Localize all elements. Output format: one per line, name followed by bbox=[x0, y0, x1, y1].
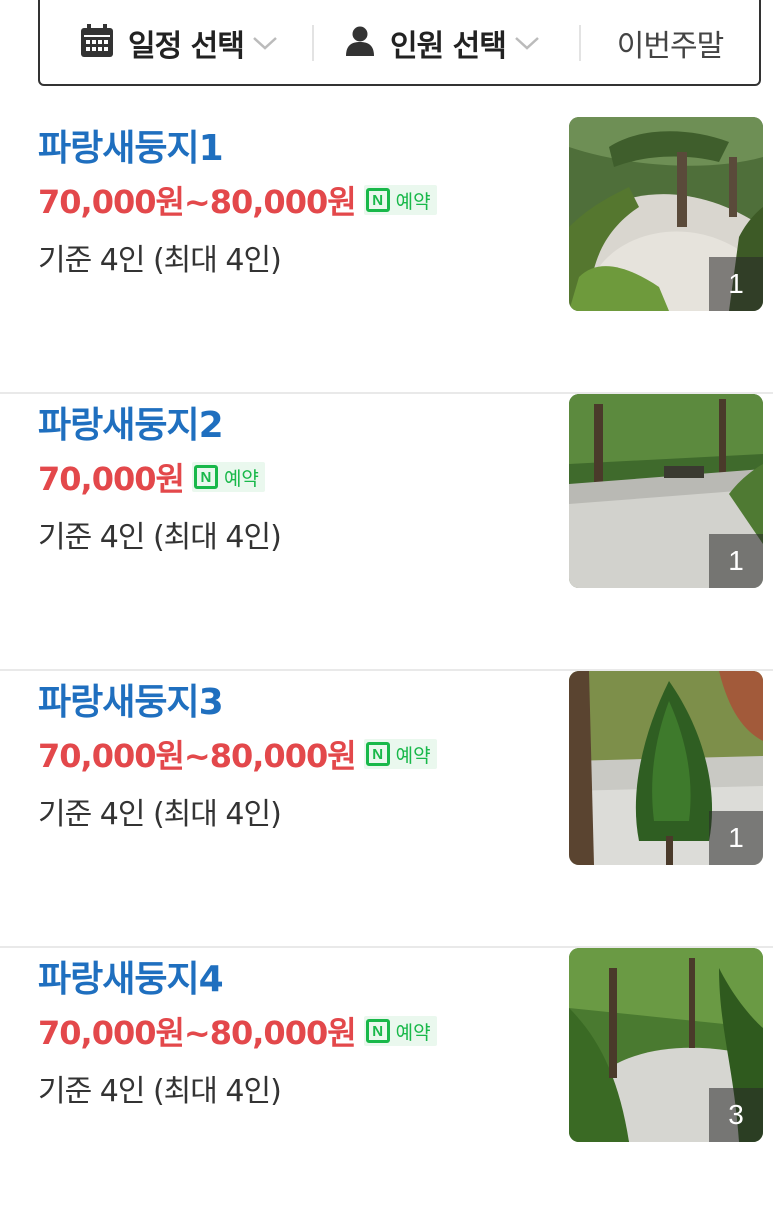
reserve-label: 예약 bbox=[395, 190, 431, 213]
capacity-text: 기준 4인 (최대 4인) bbox=[38, 243, 282, 278]
naver-booking-badge: N 예약 bbox=[191, 462, 265, 492]
listing-name[interactable]: 파랑새둥지1 bbox=[38, 119, 224, 171]
date-select-label: 일정 선택 bbox=[128, 29, 245, 64]
chevron-down-icon bbox=[514, 35, 540, 51]
listing-price: 70,000원~80,000원 bbox=[38, 183, 357, 221]
price-row: 70,000원~80,000원 N 예약 bbox=[38, 177, 437, 223]
photo-count-badge: 1 bbox=[709, 257, 763, 311]
price-row: 70,000원~80,000원 N 예약 bbox=[38, 731, 437, 777]
price-row: 70,000원 N 예약 bbox=[38, 454, 265, 500]
person-icon bbox=[344, 25, 376, 61]
naver-booking-icon: N bbox=[365, 742, 390, 766]
listing-price: 70,000원~80,000원 bbox=[38, 1014, 357, 1052]
reserve-label: 예약 bbox=[395, 1021, 431, 1044]
naver-booking-icon: N bbox=[193, 465, 218, 489]
capacity-text: 기준 4인 (최대 4인) bbox=[38, 520, 282, 555]
listing-item[interactable]: 파랑새둥지1 70,000원~80,000원 N 예약 기준 4인 (최대 4인… bbox=[0, 117, 773, 394]
this-weekend-button[interactable]: 이번주말 bbox=[581, 2, 759, 84]
this-weekend-label: 이번주말 bbox=[616, 29, 724, 64]
listing-photo[interactable]: 1 bbox=[569, 671, 763, 865]
date-select-button[interactable]: 일정 선택 bbox=[40, 2, 312, 84]
listing-price: 70,000원~80,000원 bbox=[38, 737, 357, 775]
photo-count-badge: 1 bbox=[709, 534, 763, 588]
reserve-label: 예약 bbox=[395, 744, 431, 767]
naver-booking-icon: N bbox=[365, 1019, 390, 1043]
price-row: 70,000원~80,000원 N 예약 bbox=[38, 1008, 437, 1054]
chevron-down-icon bbox=[252, 35, 278, 51]
listing-photo[interactable]: 1 bbox=[569, 394, 763, 588]
naver-booking-badge: N 예약 bbox=[363, 185, 437, 215]
filter-bar: 일정 선택 인원 선택 이번주말 bbox=[38, 0, 761, 86]
people-select-button[interactable]: 인원 선택 bbox=[314, 2, 579, 84]
listing-item[interactable]: 파랑새둥지3 70,000원~80,000원 N 예약 기준 4인 (최대 4인… bbox=[0, 671, 773, 948]
listing-photo[interactable]: 3 bbox=[569, 948, 763, 1142]
listing-name[interactable]: 파랑새둥지4 bbox=[38, 950, 224, 1002]
people-select-label: 인원 선택 bbox=[390, 29, 507, 64]
listing-name[interactable]: 파랑새둥지3 bbox=[38, 673, 224, 725]
listing-photo[interactable]: 1 bbox=[569, 117, 763, 311]
naver-booking-icon: N bbox=[365, 188, 390, 212]
naver-booking-badge: N 예약 bbox=[363, 1016, 437, 1046]
listing-name[interactable]: 파랑새둥지2 bbox=[38, 396, 224, 448]
photo-count-badge: 1 bbox=[709, 811, 763, 865]
calendar-icon bbox=[80, 24, 114, 62]
listing-item[interactable]: 파랑새둥지4 70,000원~80,000원 N 예약 기준 4인 (최대 4인… bbox=[0, 948, 773, 1225]
photo-count-badge: 3 bbox=[709, 1088, 763, 1142]
listing-item[interactable]: 파랑새둥지2 70,000원 N 예약 기준 4인 (최대 4인) 1 bbox=[0, 394, 773, 671]
capacity-text: 기준 4인 (최대 4인) bbox=[38, 797, 282, 832]
listing-price: 70,000원 bbox=[38, 460, 185, 498]
naver-booking-badge: N 예약 bbox=[363, 739, 437, 769]
capacity-text: 기준 4인 (최대 4인) bbox=[38, 1074, 282, 1109]
reserve-label: 예약 bbox=[223, 467, 259, 490]
